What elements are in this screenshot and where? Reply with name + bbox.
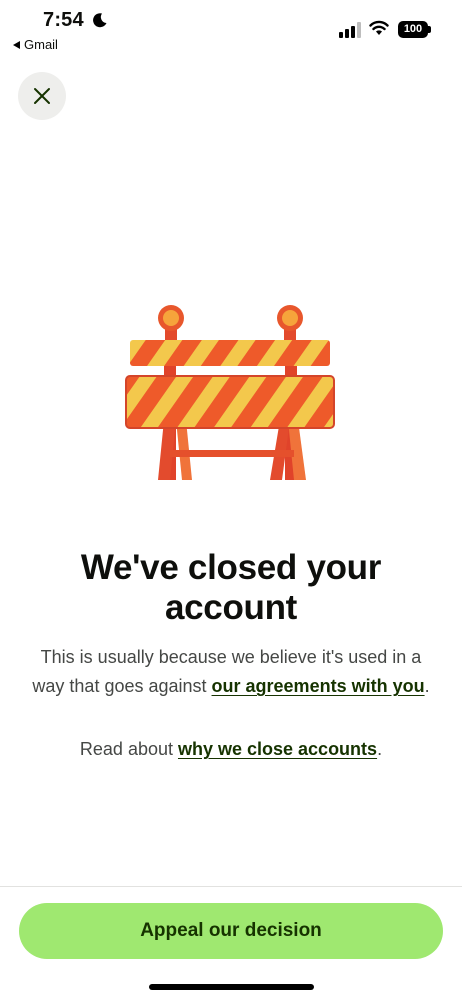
read-about-text: Read about why we close accounts. [30,736,432,762]
appeal-decision-button[interactable]: Appeal our decision [19,903,443,959]
home-indicator[interactable] [149,984,314,990]
close-icon [34,88,50,104]
moon-icon [93,13,107,28]
status-time: 7:54 [43,9,84,31]
wifi-icon [369,20,389,35]
footer-divider [0,886,462,887]
why-we-close-accounts-link[interactable]: why we close accounts [178,739,377,759]
back-arrow-icon [13,40,20,49]
road-barrier-illustration [125,305,335,480]
agreements-link[interactable]: our agreements with you [212,676,425,696]
battery-tip [428,26,431,33]
cellular-signal-icon [339,22,361,38]
back-app-label: Gmail [24,37,58,52]
page-title: We've closed your account [80,548,382,627]
battery-indicator: 100 [398,21,431,38]
status-bar: 7:54 Gmail 100 [0,0,462,56]
read-about-text-start: Read about [79,739,178,759]
description-text: This is usually because we believe it's … [30,643,432,701]
battery-level: 100 [398,21,428,38]
description-text-end: . [424,676,430,696]
close-button[interactable] [18,72,66,120]
back-to-app-link[interactable]: Gmail [13,37,58,52]
read-about-text-end: . [377,739,383,759]
